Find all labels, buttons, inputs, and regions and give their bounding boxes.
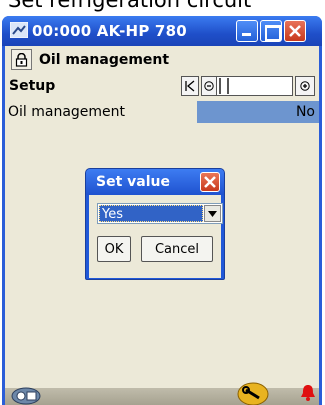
header-row: Oil management (5, 46, 319, 73)
window-title: 00:000 AK-HP 780 (32, 22, 187, 40)
device-icon[interactable] (11, 386, 41, 405)
prev-button[interactable] (201, 76, 217, 96)
pager-thumb[interactable] (219, 78, 229, 94)
first-page-icon (185, 80, 195, 92)
dialog-close-button[interactable] (200, 172, 220, 192)
first-page-button[interactable] (181, 76, 199, 96)
set-value-dialog: Set value Yes OK Cancel (85, 168, 225, 280)
minimize-button[interactable] (236, 20, 258, 42)
chevron-down-icon (208, 210, 217, 217)
page-title: Oil management (39, 51, 170, 68)
dialog-titlebar: Set value (86, 169, 224, 195)
setup-label: Setup (9, 78, 56, 94)
dialog-title: Set value (96, 174, 170, 190)
window-titlebar: 00:000 AK-HP 780 (2, 16, 322, 46)
param-row[interactable]: Oil management No (5, 101, 319, 123)
prev-icon (204, 81, 214, 91)
pager (181, 76, 315, 96)
app-icon (10, 22, 28, 38)
next-icon (300, 81, 310, 91)
close-icon (204, 176, 216, 188)
value-select[interactable]: Yes (97, 203, 223, 224)
param-label: Oil management (8, 104, 126, 120)
client-area: Oil management Setup Oil management No S… (5, 46, 319, 405)
dialog-body: Yes OK Cancel (89, 195, 223, 278)
param-value[interactable]: No (197, 101, 319, 123)
lock-button[interactable] (11, 49, 32, 70)
app-window: 00:000 AK-HP 780 Oil management Setup Oi… (2, 16, 322, 405)
dropdown-button[interactable] (204, 205, 221, 222)
key-icon[interactable] (237, 382, 269, 405)
lock-icon (15, 52, 28, 67)
bottom-toolbar (5, 382, 319, 405)
close-icon (289, 25, 301, 37)
ok-button[interactable]: OK (97, 236, 131, 262)
maximize-button[interactable] (260, 20, 282, 42)
close-button[interactable] (284, 20, 306, 42)
caption-text: Set refrigeration circuit (8, 0, 252, 12)
alarm-bell-icon[interactable] (300, 384, 316, 402)
selected-value: Yes (99, 205, 203, 222)
next-button[interactable] (295, 76, 315, 96)
pager-track[interactable] (217, 76, 293, 96)
cancel-button[interactable]: Cancel (141, 236, 213, 262)
setup-row: Setup (5, 74, 319, 98)
